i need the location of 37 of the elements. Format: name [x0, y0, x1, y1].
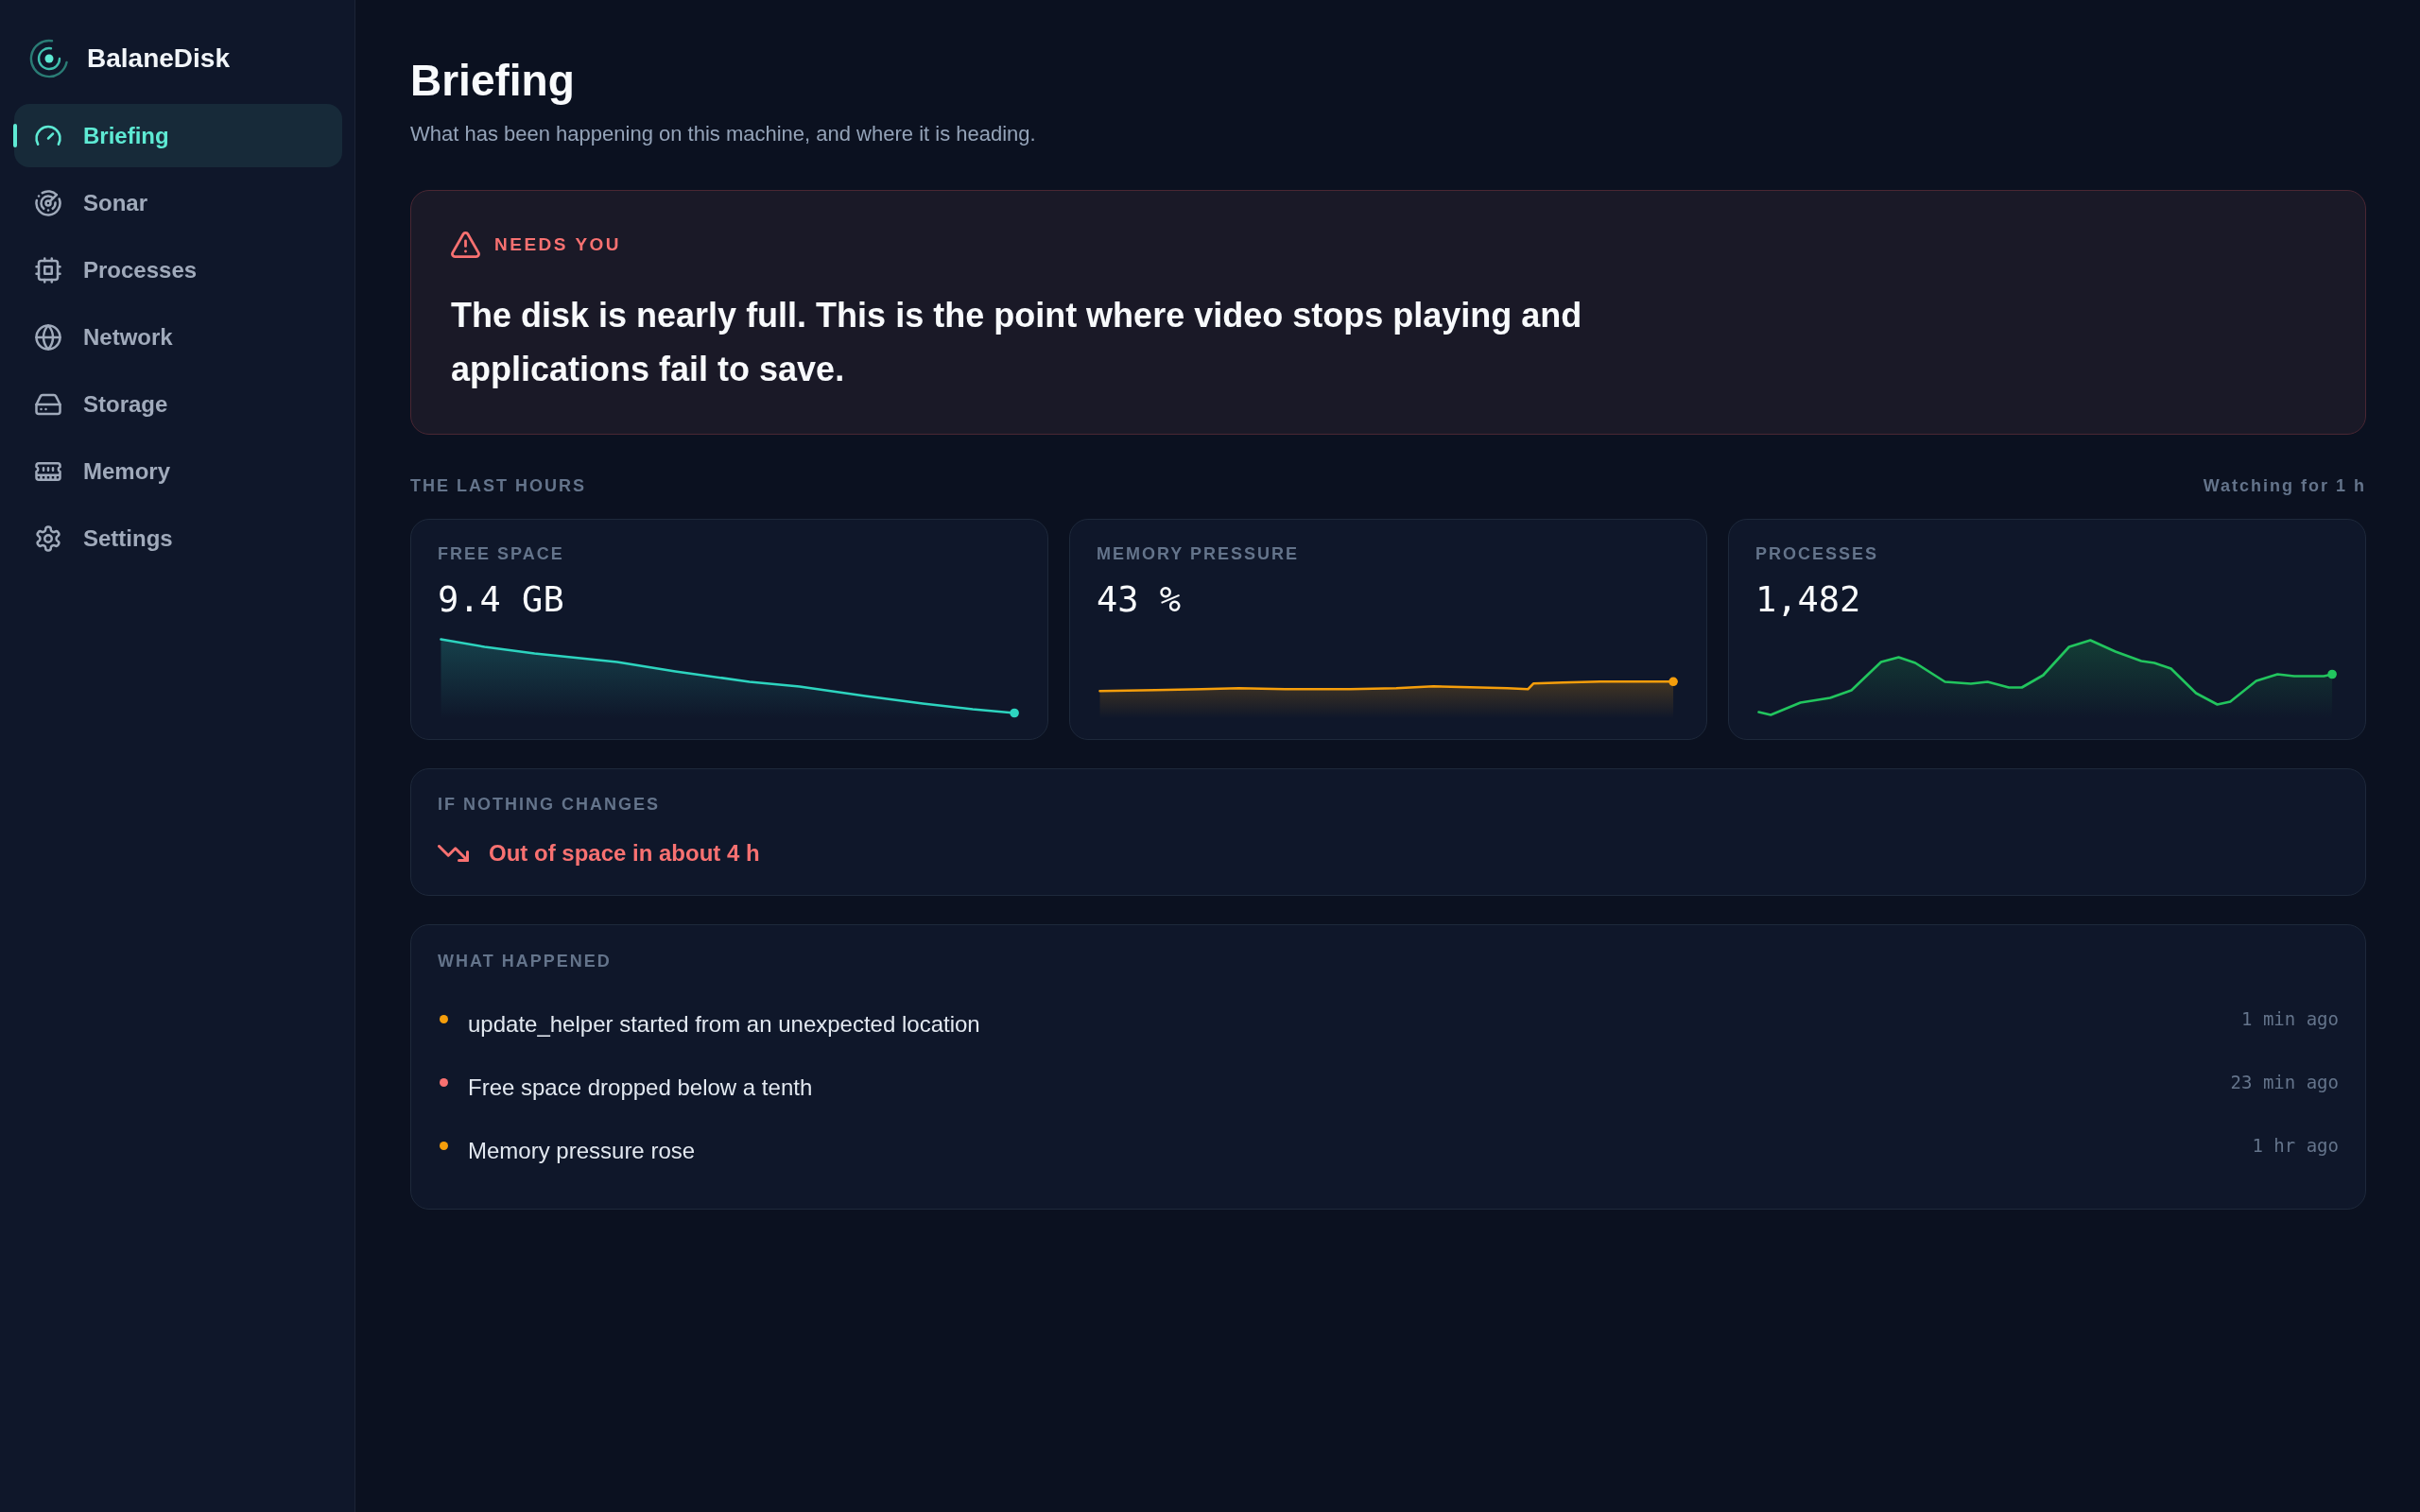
- page-subtitle: What has been happening on this machine, and where it is heading.: [410, 121, 1037, 147]
- alert-label: NEEDS YOU: [494, 234, 622, 255]
- sidebar-item[interactable]: Sonar: [14, 171, 342, 234]
- metric-value: 43 %: [1097, 578, 1183, 622]
- event-time: 1 min ago: [2241, 1008, 2339, 1029]
- page-title: Briefing: [410, 55, 576, 107]
- metric-value: 9.4 GB: [438, 578, 565, 622]
- sidebar-item[interactable]: Storage: [14, 372, 342, 436]
- globe-icon: [34, 322, 62, 352]
- sidebar-item[interactable]: Briefing: [14, 104, 342, 167]
- metric-value: 1,482: [1755, 578, 1862, 622]
- app-name: BalaneDisk: [87, 43, 230, 74]
- event-time: 1 hr ago: [2252, 1135, 2339, 1156]
- active-indicator: [13, 124, 17, 147]
- metric-label: FREE SPACE: [438, 543, 565, 564]
- event-time: 23 min ago: [2230, 1072, 2339, 1092]
- sidebar-item[interactable]: Settings: [14, 507, 342, 570]
- chip-icon: [34, 255, 62, 284]
- forecast-text: Out of space in about 4 h: [489, 840, 760, 867]
- radar-icon: [34, 188, 62, 217]
- sidebar-item[interactable]: Processes: [14, 238, 342, 301]
- concentric-rings-icon: [29, 39, 69, 78]
- sidebar-item[interactable]: Network: [14, 305, 342, 369]
- metric-label: PROCESSES: [1755, 543, 1880, 564]
- alert-message: The disk is nearly full. This is the point where video stops playing and applications fail to save.: [451, 295, 1583, 390]
- sidebar-item[interactable]: Memory: [14, 439, 342, 503]
- event-text: Memory pressure rose: [468, 1137, 697, 1165]
- watch-duration: Watching for 1 h: [2203, 475, 2366, 496]
- metric-label: MEMORY PRESSURE: [1097, 543, 1301, 564]
- section-title: IF NOTHING CHANGES: [438, 794, 661, 815]
- event-text: Free space dropped below a tenth: [468, 1074, 814, 1102]
- settings-icon: [34, 524, 62, 553]
- section-title: THE LAST HOURS: [410, 475, 586, 496]
- event-text: update_helper started from an unexpected location: [468, 1010, 981, 1039]
- trending-down-icon: [438, 845, 469, 862]
- section-title: WHAT HAPPENED: [438, 951, 613, 971]
- warning-icon: [451, 232, 480, 258]
